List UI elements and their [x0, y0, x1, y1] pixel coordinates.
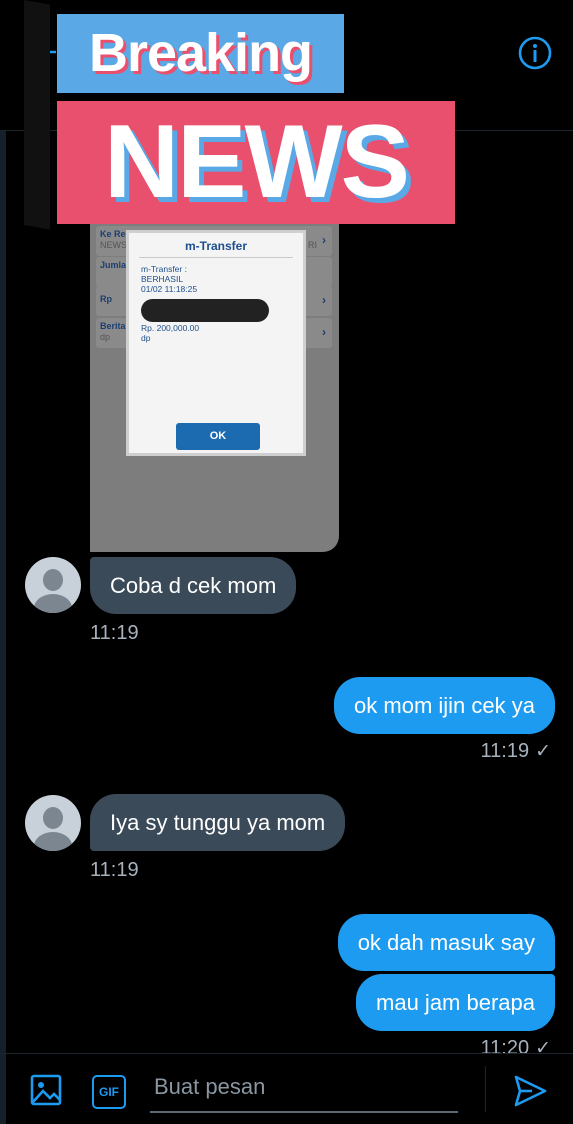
row-sub: dp [100, 332, 111, 342]
news-label: NEWS [57, 101, 455, 224]
gif-icon[interactable]: GIF [92, 1075, 126, 1109]
avatar-body [34, 594, 72, 613]
row-label: Ke Re [100, 229, 126, 239]
incoming-message[interactable]: Coba d cek mom [90, 557, 297, 614]
input-underline [150, 1111, 458, 1113]
dialog-note: dp [141, 333, 151, 343]
ok-button: OK [176, 423, 260, 450]
info-icon[interactable] [517, 35, 553, 71]
message-time: 11:19 [90, 859, 139, 881]
chevron-right-icon: › [322, 325, 326, 339]
avatar-body [34, 832, 72, 851]
dialog-line-3: 01/02 11:18:25 [141, 284, 198, 294]
message-status: 11:19 ✓ [481, 740, 552, 763]
message-status: 11:20 ✓ [481, 1037, 552, 1053]
row-trail: RI [308, 240, 317, 250]
send-divider [485, 1066, 486, 1112]
redacted-block [141, 299, 269, 322]
outgoing-message[interactable]: ok mom ijin cek ya [334, 677, 555, 734]
sent-check-icon: ✓ [535, 1038, 551, 1053]
message-time: 11:19 [480, 740, 530, 762]
avatar[interactable] [25, 557, 81, 613]
breaking-label: Breaking [57, 14, 344, 93]
chevron-right-icon: › [322, 293, 326, 307]
composer-divider [0, 1053, 573, 1054]
row-label: Jumla [100, 260, 127, 270]
chevron-right-icon: › [322, 233, 326, 247]
dialog-amount: Rp. 200,000.00 [141, 323, 200, 333]
dialog-title: m-Transfer [184, 239, 248, 253]
image-icon[interactable] [29, 1073, 63, 1107]
dialog-line-1: m-Transfer : [141, 264, 187, 274]
avatar-head [43, 807, 63, 829]
send-icon[interactable] [512, 1073, 548, 1109]
dialog-divider [139, 257, 293, 258]
avatar[interactable] [25, 795, 81, 851]
row-label: Rp [100, 294, 112, 304]
message-input[interactable]: Buat pesan [154, 1074, 265, 1100]
row-sub: NEWS [100, 240, 127, 250]
incoming-message[interactable]: Iya sy tunggu ya mom [90, 794, 346, 851]
breaking-news-banner-tab [24, 0, 50, 230]
transfer-dialog: m-Transfer m-Transfer : BERHASIL 01/02 1… [126, 230, 306, 456]
outgoing-message[interactable]: ok dah masuk say [337, 914, 555, 971]
message-time: 11:20 [480, 1037, 530, 1053]
row-label: Berita [100, 321, 126, 331]
attachment-screenshot[interactable]: Ke Re NEWS RI › Jumla Rp › Berita dp › m… [90, 224, 339, 552]
dialog-line-2: BERHASIL [141, 274, 184, 284]
sent-check-icon: ✓ [535, 741, 551, 762]
outgoing-message[interactable]: mau jam berapa [356, 974, 555, 1031]
message-time: 11:19 [90, 622, 139, 644]
left-edge-strip [0, 0, 6, 1124]
avatar-head [43, 569, 63, 591]
